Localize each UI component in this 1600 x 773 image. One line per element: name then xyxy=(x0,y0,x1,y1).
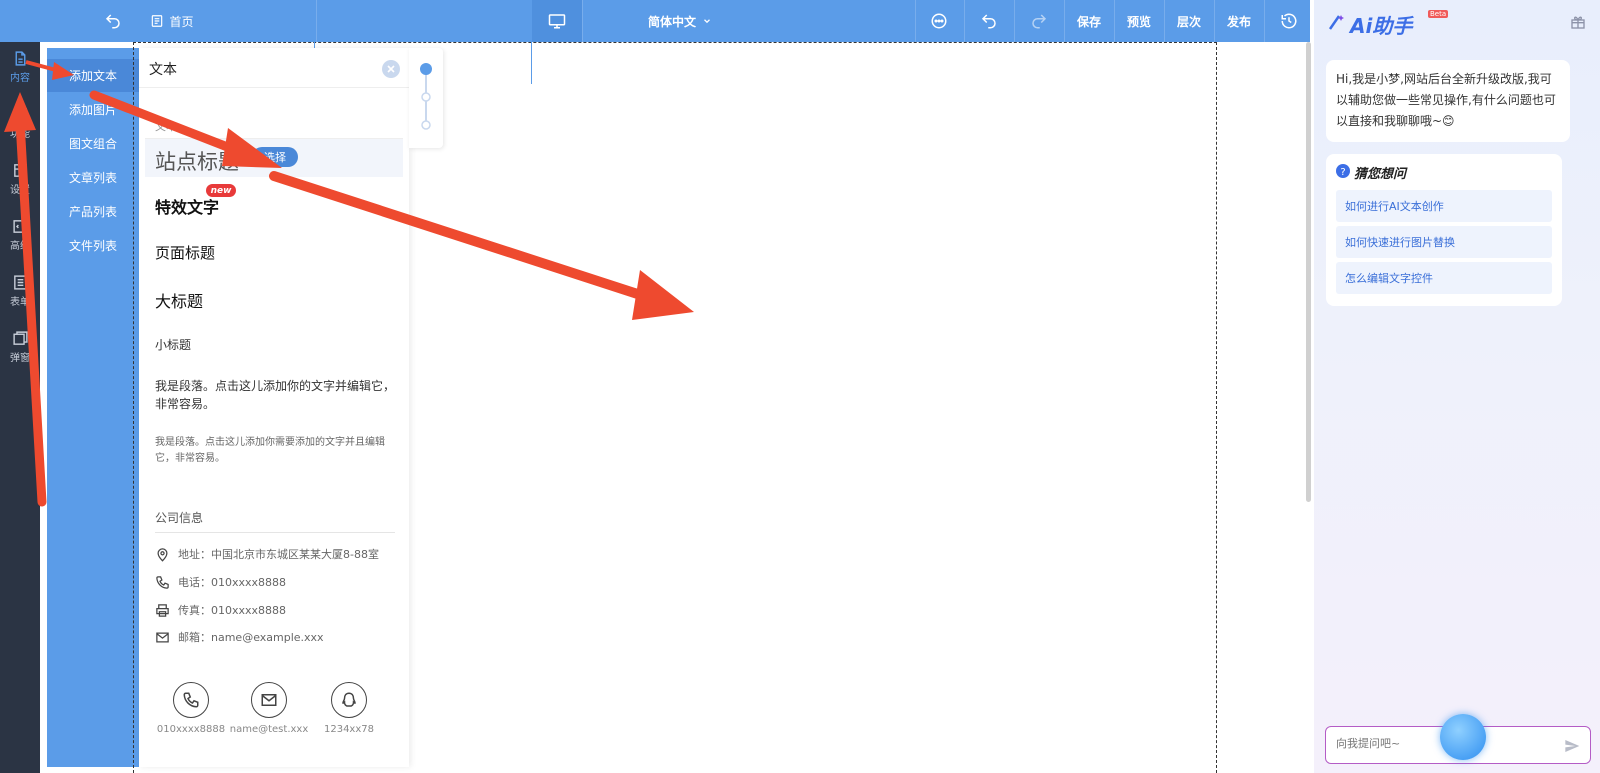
send-icon[interactable] xyxy=(1564,738,1580,754)
preview-button[interactable]: 预览 xyxy=(1114,0,1164,42)
submenu-file-list[interactable]: 文件列表 xyxy=(47,229,139,262)
chevron-down-icon xyxy=(704,19,710,24)
company-fax[interactable]: 传真：010xxxx8888 xyxy=(155,601,286,619)
redo-icon[interactable] xyxy=(1026,0,1052,42)
settings-icon xyxy=(13,164,27,177)
select-badge[interactable]: 选择 xyxy=(252,147,298,167)
rail-item-advanced[interactable]: 高级 xyxy=(0,210,40,260)
contact-email-label: name@test.xxx xyxy=(229,724,309,735)
language-select[interactable]: 简体中文 xyxy=(640,0,720,42)
submenu-product-list[interactable]: 产品列表 xyxy=(47,195,139,228)
content-submenu: 添加文本 添加图片 图文组合 文章列表 产品列表 文件列表 xyxy=(47,48,139,767)
phone-icon xyxy=(156,575,169,589)
widget-big-title[interactable]: 大标题 xyxy=(155,288,203,312)
ai-logo: Ai助手 xyxy=(1350,14,1413,38)
ai-greeting-bubble: Hi,我是小梦,网站后台全新升级改版,我可以辅助您做一些常见操作,有什么问题也可… xyxy=(1326,60,1570,142)
submenu-image-text[interactable]: 图文组合 xyxy=(47,127,139,160)
rail-item-form[interactable]: 表单 xyxy=(0,266,40,316)
left-rail: 内容 功能 设置 高级 表单 弹窗 xyxy=(0,42,40,773)
desktop-view-button[interactable] xyxy=(532,0,582,42)
panel-header: 文本 xyxy=(139,48,409,88)
close-icon[interactable] xyxy=(382,60,400,78)
email-text: 邮箱：name@example.xxx xyxy=(178,631,324,644)
ai-assistant-panel: Ai助手 Beta Hi,我是小梦,网站后台全新升级改版,我可以辅助您做一些常见… xyxy=(1314,0,1600,773)
panel-size-slider[interactable] xyxy=(409,48,443,148)
undo-icon[interactable] xyxy=(976,0,1002,42)
text-widget-panel: 文本 文本 站点标题 选择 特效文字 new 页面标题 大标题 小标题 我是段落… xyxy=(139,48,409,767)
popup-icon xyxy=(12,331,28,345)
rail-item-function[interactable]: 功能 xyxy=(0,98,40,148)
suggested-question[interactable]: 如何快速进行图片替换 xyxy=(1336,226,1552,258)
language-label: 简体中文 xyxy=(647,14,696,29)
contact-phone-label: 010xxxx8888 xyxy=(156,724,226,735)
company-phone[interactable]: 电话：010xxxx8888 xyxy=(155,573,286,591)
company-address[interactable]: 地址：中国北京市东城区某某大厦8-88室 xyxy=(155,545,379,563)
code-icon xyxy=(12,220,28,233)
top-toolbar: 首页 简体中文 保存 预览 层次 发布 xyxy=(0,0,1310,42)
suggested-questions: ? 猜您想问 如何进行AI文本创作 如何快速进行图片替换 怎么编辑文字控件 xyxy=(1326,154,1562,306)
site-title-label: 站点标题 xyxy=(155,150,239,174)
rail-label: 内容 xyxy=(10,73,30,84)
submenu-add-image[interactable]: 添加图片 xyxy=(47,93,139,126)
phone-text: 电话：010xxxx8888 xyxy=(178,576,287,589)
rail-label: 弹窗 xyxy=(10,353,30,364)
editor-app: 首页 简体中文 保存 预览 层次 发布 内容 功能 设置 高级 表单 弹窗 添加… xyxy=(0,0,1600,773)
suggested-question[interactable]: 如何进行AI文本创作 xyxy=(1336,190,1552,222)
widget-small-paragraph[interactable]: 我是段落。点击这儿添加你需要添加的文字并且编辑它，非常容易。 xyxy=(155,435,397,467)
form-icon xyxy=(13,275,27,290)
rail-item-content[interactable]: 内容 xyxy=(0,42,40,92)
more-icon[interactable] xyxy=(926,0,952,42)
publish-button[interactable]: 发布 xyxy=(1214,0,1264,42)
widget-paragraph[interactable]: 我是段落。点击这儿添加你的文字并编辑它，非常容易。 xyxy=(155,377,397,413)
widget-special-text[interactable]: 特效文字 xyxy=(155,194,219,218)
address-text: 地址：中国北京市东城区某某大厦8-88室 xyxy=(178,548,379,561)
mail-icon xyxy=(156,632,169,642)
rail-item-popup[interactable]: 弹窗 xyxy=(0,322,40,372)
layers-button[interactable]: 层次 xyxy=(1164,0,1214,42)
suggested-question[interactable]: 怎么编辑文字控件 xyxy=(1336,262,1552,294)
rail-label: 功能 xyxy=(10,129,30,140)
section-label: 文本 xyxy=(155,120,177,133)
canvas-scrollbar[interactable] xyxy=(1306,42,1311,502)
function-icon xyxy=(13,108,27,121)
company-info-title: 公司信息 xyxy=(155,511,204,525)
beta-badge: Beta xyxy=(1428,10,1449,18)
guide-line xyxy=(531,42,532,84)
fax-text: 传真：010xxxx8888 xyxy=(178,604,287,617)
widget-page-title[interactable]: 页面标题 xyxy=(155,242,215,263)
printer-icon xyxy=(156,603,169,617)
suggestions-title: 猜您想问 xyxy=(1354,167,1407,182)
ai-question-input[interactable] xyxy=(1336,737,1516,750)
page-icon xyxy=(152,15,163,27)
sparkle-icon xyxy=(1328,15,1344,30)
file-icon xyxy=(15,51,25,66)
rail-item-settings[interactable]: 设置 xyxy=(0,154,40,204)
back-icon[interactable] xyxy=(100,0,126,42)
panel-title: 文本 xyxy=(149,62,177,78)
qq-icon[interactable] xyxy=(331,682,367,718)
save-button[interactable]: 保存 xyxy=(1064,0,1114,42)
desktop-icon xyxy=(548,14,566,29)
phone-icon[interactable] xyxy=(173,682,209,718)
rail-label: 表单 xyxy=(10,297,30,308)
new-badge: new xyxy=(206,184,236,197)
gift-icon[interactable] xyxy=(1570,14,1586,30)
contact-qq-label: 1234xx78 xyxy=(323,724,374,735)
mail-icon[interactable] xyxy=(251,682,287,718)
ai-voice-orb[interactable] xyxy=(1440,714,1486,760)
home-page-selector[interactable]: 首页 xyxy=(147,0,197,42)
submenu-article-list[interactable]: 文章列表 xyxy=(47,161,139,194)
help-icon: ? xyxy=(1336,164,1350,178)
rail-label: 高级 xyxy=(10,241,30,252)
home-page-label: 首页 xyxy=(169,14,194,29)
widget-sub-title[interactable]: 小标题 xyxy=(155,336,191,353)
location-icon xyxy=(157,547,168,562)
history-icon[interactable] xyxy=(1276,0,1302,42)
company-email[interactable]: 邮箱：name@example.xxx xyxy=(155,628,324,646)
submenu-add-text[interactable]: 添加文本 xyxy=(47,59,139,92)
rail-label: 设置 xyxy=(10,185,30,196)
svg-text:?: ? xyxy=(1340,167,1345,178)
